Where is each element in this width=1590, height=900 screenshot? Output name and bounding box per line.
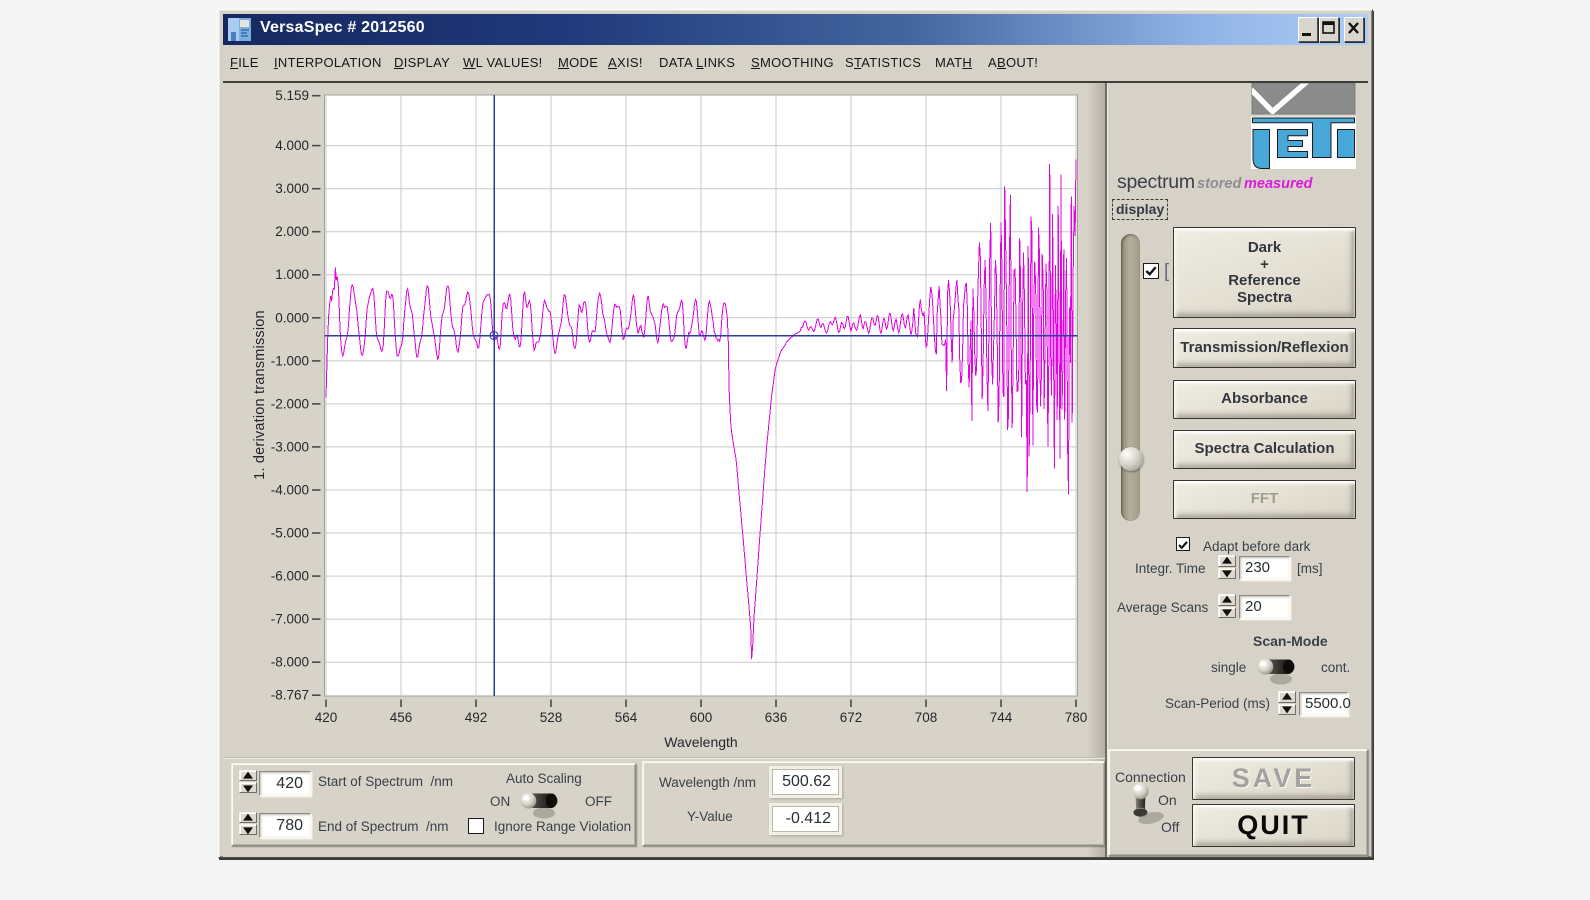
svg-text:564: 564 [615, 710, 638, 725]
svg-text:492: 492 [465, 710, 488, 725]
svg-text:420: 420 [315, 710, 338, 725]
svg-text:2.000: 2.000 [275, 224, 309, 239]
svg-text:672: 672 [840, 710, 863, 725]
svg-text:-4.000: -4.000 [271, 483, 309, 498]
svg-text:528: 528 [540, 710, 563, 725]
svg-text:-7.000: -7.000 [271, 612, 309, 627]
svg-text:-6.000: -6.000 [271, 569, 309, 584]
svg-text:1.000: 1.000 [275, 267, 309, 282]
svg-text:636: 636 [765, 710, 788, 725]
svg-text:5.159: 5.159 [275, 88, 309, 103]
svg-text:-1.000: -1.000 [271, 353, 309, 368]
svg-text:Wavelength: Wavelength [664, 734, 737, 750]
svg-text:456: 456 [390, 710, 413, 725]
svg-text:600: 600 [690, 710, 713, 725]
svg-text:744: 744 [990, 710, 1013, 725]
svg-text:-3.000: -3.000 [271, 439, 309, 454]
svg-text:4.000: 4.000 [275, 138, 309, 153]
svg-text:-8.000: -8.000 [271, 655, 309, 670]
svg-text:-2.000: -2.000 [271, 396, 309, 411]
svg-text:708: 708 [915, 710, 938, 725]
svg-text:-5.000: -5.000 [271, 526, 309, 541]
svg-text:0.000: 0.000 [275, 310, 309, 325]
svg-text:-8.767: -8.767 [271, 688, 309, 703]
svg-text:3.000: 3.000 [275, 181, 309, 196]
svg-text:780: 780 [1065, 710, 1088, 725]
